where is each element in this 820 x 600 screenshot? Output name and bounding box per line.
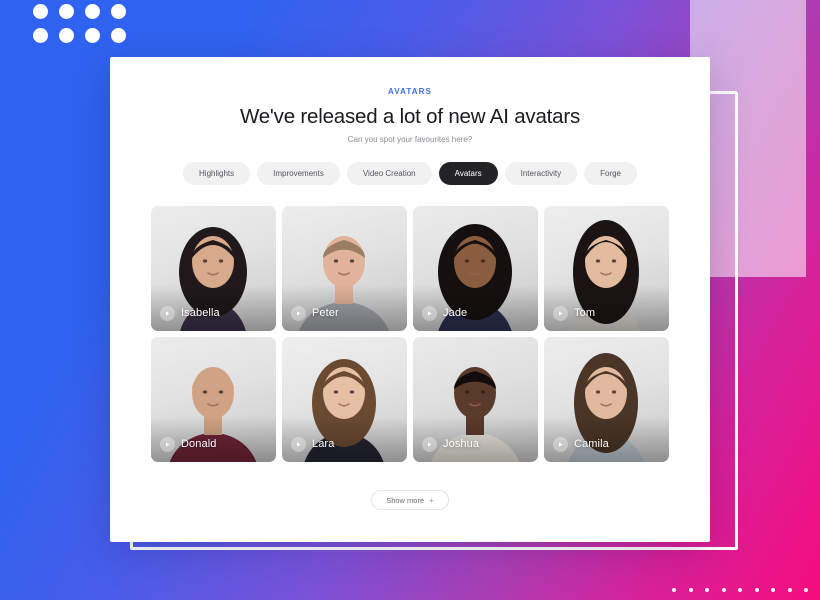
tab-interactivity[interactable]: Interactivity <box>504 162 578 185</box>
decorative-dot-grid-top-left <box>33 4 137 52</box>
decorative-dot-row-bottom-right <box>672 588 820 592</box>
avatar-footer: Tom <box>544 295 669 331</box>
play-icon[interactable] <box>160 305 175 321</box>
content-panel: AVATARS We've released a lot of new AI a… <box>110 57 710 542</box>
tab-avatars[interactable]: Avatars <box>438 162 498 185</box>
avatar-name: Isabella <box>181 307 220 319</box>
decor-dot <box>771 588 775 592</box>
tab-label: Video Creation <box>362 169 416 178</box>
decor-dot <box>111 28 126 43</box>
category-tab-bar: Highlights Improvements Video Creation Avat… <box>110 162 710 185</box>
decor-dot <box>754 588 759 592</box>
decor-dot <box>85 28 100 43</box>
glass-rect-body <box>738 91 806 277</box>
page-background: AVATARS We've released a lot of new AI a… <box>0 0 820 600</box>
show-more-row: Show more + <box>110 490 710 510</box>
play-icon[interactable] <box>291 305 306 321</box>
avatar-card[interactable]: Lara <box>282 337 407 462</box>
decor-dot <box>85 4 100 19</box>
avatar-name: Peter <box>312 307 339 319</box>
decor-dot <box>787 588 792 592</box>
decor-dot <box>705 588 709 592</box>
avatar-card[interactable]: Joshua <box>413 337 538 462</box>
play-icon[interactable] <box>553 305 568 321</box>
play-icon[interactable] <box>422 436 437 452</box>
play-icon[interactable] <box>553 436 568 452</box>
tab-video-creation[interactable]: Video Creation <box>346 162 432 185</box>
decor-dot <box>111 4 126 19</box>
avatar-card[interactable]: Camila <box>544 337 669 462</box>
decor-dot <box>59 4 74 19</box>
play-icon[interactable] <box>422 305 437 321</box>
show-more-button[interactable]: Show more + <box>371 490 449 510</box>
tab-highlights[interactable]: Highlights <box>183 162 251 185</box>
show-more-label: Show more <box>386 495 425 505</box>
decor-dot <box>738 588 742 592</box>
avatar-grid: Isabella Peter Jade Tom Donald Lara Joshua Cami… <box>151 206 669 462</box>
decor-dot <box>59 28 74 43</box>
plus-icon: + <box>429 495 434 505</box>
tab-label: Interactivity <box>520 169 562 178</box>
avatar-name: Tom <box>574 307 596 319</box>
avatar-card[interactable]: Tom <box>544 206 669 331</box>
tab-label: Forge <box>600 169 621 178</box>
avatar-footer: Isabella <box>151 295 276 331</box>
avatar-footer: Camila <box>544 426 669 462</box>
avatar-footer: Lara <box>282 426 407 462</box>
avatar-footer: Peter <box>282 295 407 331</box>
tab-forge[interactable]: Forge <box>584 162 637 185</box>
section-eyebrow: AVATARS <box>388 87 432 96</box>
avatar-card[interactable]: Jade <box>413 206 538 331</box>
decor-dot <box>33 4 48 19</box>
page-title: We've released a lot of new AI avatars <box>239 105 581 128</box>
avatar-name: Camila <box>574 438 609 450</box>
avatar-card[interactable]: Isabella <box>151 206 276 331</box>
avatar-name: Donald <box>181 438 217 450</box>
avatar-card[interactable]: Peter <box>282 206 407 331</box>
tab-label: Improvements <box>273 169 324 178</box>
page-subtitle: Can you spot your favourites here? <box>347 135 473 144</box>
avatar-footer: Donald <box>151 426 276 462</box>
avatar-name: Lara <box>312 438 335 450</box>
play-icon[interactable] <box>160 436 175 452</box>
decor-dot <box>804 588 808 592</box>
play-icon[interactable] <box>291 436 306 452</box>
avatar-footer: Joshua <box>413 426 538 462</box>
decor-dot <box>672 588 676 592</box>
avatar-name: Joshua <box>443 438 480 450</box>
avatar-card[interactable]: Donald <box>151 337 276 462</box>
decor-dot <box>721 588 726 592</box>
tab-improvements[interactable]: Improvements <box>257 162 340 185</box>
decor-dot <box>688 588 693 592</box>
avatar-name: Jade <box>443 307 468 319</box>
avatar-footer: Jade <box>413 295 538 331</box>
tab-label: Avatars <box>454 169 482 178</box>
decor-dot <box>33 28 48 43</box>
tab-label: Highlights <box>199 169 235 178</box>
